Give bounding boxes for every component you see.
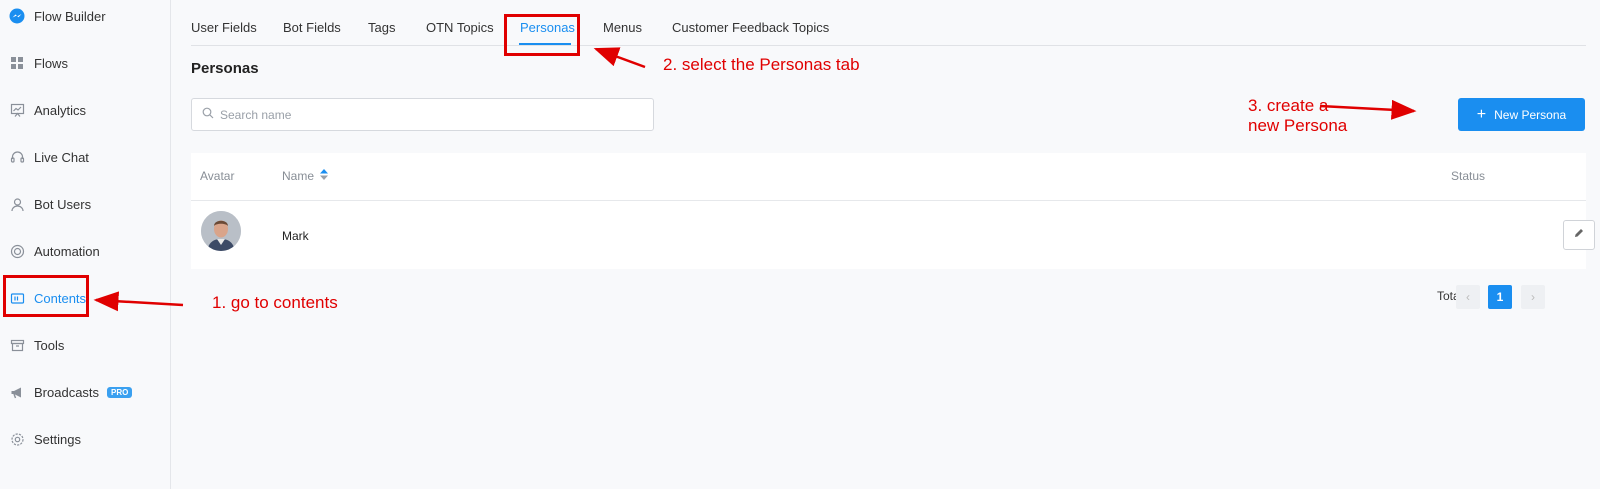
tab-otn-topics[interactable]: OTN Topics bbox=[426, 20, 494, 35]
gear-icon bbox=[9, 431, 25, 447]
avatar bbox=[201, 211, 241, 251]
sidebar-item-settings[interactable]: Settings bbox=[0, 421, 170, 457]
user-icon bbox=[9, 196, 25, 212]
sidebar-item-label: Automation bbox=[34, 243, 100, 259]
sidebar-item-flows[interactable]: Flows bbox=[0, 45, 170, 81]
column-header-status: Status bbox=[1451, 169, 1486, 183]
personas-table: Avatar Name Status Mark bbox=[191, 153, 1595, 269]
pagination-next-button[interactable]: › bbox=[1521, 285, 1545, 309]
sidebar-item-automation[interactable]: Automation bbox=[0, 233, 170, 269]
chart-icon bbox=[9, 102, 25, 118]
column-header-avatar: Avatar bbox=[200, 169, 235, 183]
sidebar: Flow Builder Flows Analytics Live Chat B… bbox=[0, 0, 171, 489]
sidebar-item-label: Flows bbox=[34, 55, 68, 71]
main-content: User Fields Bot Fields Tags OTN Topics P… bbox=[171, 0, 1600, 489]
pagination-prev-button[interactable]: ‹ bbox=[1456, 285, 1480, 309]
search-box[interactable] bbox=[191, 98, 654, 131]
tab-menus[interactable]: Menus bbox=[603, 20, 642, 35]
grid-icon bbox=[9, 55, 25, 71]
pencil-icon bbox=[1573, 226, 1585, 244]
page-title: Personas bbox=[191, 60, 259, 77]
table-row bbox=[191, 201, 1586, 268]
sidebar-item-live-chat[interactable]: Live Chat bbox=[0, 139, 170, 175]
edit-button[interactable] bbox=[1563, 220, 1595, 250]
annotation-step-3: 3. create a new Persona bbox=[1248, 96, 1348, 135]
sidebar-item-label: Broadcasts bbox=[34, 384, 100, 400]
column-header-name[interactable]: Name bbox=[282, 169, 329, 183]
sidebar-item-flow-builder[interactable]: Flow Builder bbox=[0, 0, 170, 34]
automation-icon bbox=[9, 243, 25, 259]
sidebar-item-label: Settings bbox=[34, 431, 81, 447]
sidebar-item-label: Bot Users bbox=[34, 196, 92, 212]
sidebar-item-label: Flow Builder bbox=[34, 8, 106, 24]
sidebar-item-analytics[interactable]: Analytics bbox=[0, 92, 170, 128]
sidebar-item-label: Analytics bbox=[34, 102, 87, 118]
sidebar-item-label: Live Chat bbox=[34, 149, 89, 165]
sidebar-item-tools[interactable]: Tools bbox=[0, 327, 170, 363]
sort-icon[interactable] bbox=[320, 169, 329, 183]
new-persona-label: New Persona bbox=[1494, 107, 1567, 122]
sidebar-item-bot-users[interactable]: Bot Users bbox=[0, 186, 170, 222]
tab-bot-fields[interactable]: Bot Fields bbox=[283, 20, 341, 35]
annotation-step-2: 2. select the Personas tab bbox=[663, 55, 860, 74]
tab-tags[interactable]: Tags bbox=[368, 20, 395, 35]
tab-user-fields[interactable]: User Fields bbox=[191, 20, 257, 35]
megaphone-icon bbox=[9, 384, 25, 400]
annotation-highlight-contents bbox=[3, 275, 89, 317]
search-input[interactable] bbox=[220, 107, 640, 122]
column-header-name-label: Name bbox=[282, 169, 315, 183]
new-persona-button[interactable]: + New Persona bbox=[1458, 98, 1585, 131]
persona-name: Mark bbox=[282, 229, 309, 243]
pagination-page-1[interactable]: 1 bbox=[1488, 285, 1512, 309]
plus-icon: + bbox=[1476, 105, 1487, 123]
pro-badge: PRO bbox=[107, 386, 133, 398]
messenger-icon bbox=[9, 8, 25, 24]
annotation-step-1: 1. go to contents bbox=[212, 293, 338, 312]
table-header: Avatar Name Status bbox=[191, 153, 1586, 201]
annotation-highlight-personas-tab bbox=[504, 14, 580, 56]
toolbox-icon bbox=[9, 337, 25, 353]
tab-bar: User Fields Bot Fields Tags OTN Topics P… bbox=[191, 0, 1586, 46]
search-icon bbox=[202, 106, 214, 124]
sidebar-item-broadcasts[interactable]: Broadcasts PRO bbox=[0, 374, 170, 410]
headset-icon bbox=[9, 149, 25, 165]
tab-customer-feedback-topics[interactable]: Customer Feedback Topics bbox=[672, 20, 829, 35]
sidebar-item-label: Tools bbox=[34, 337, 65, 353]
